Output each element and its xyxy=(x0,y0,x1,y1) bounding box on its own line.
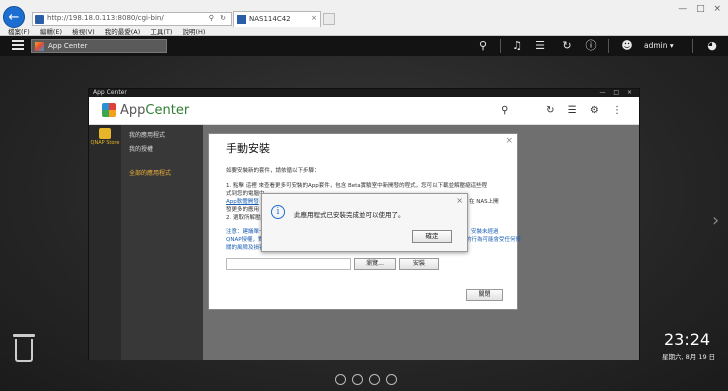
brand-app: App xyxy=(120,103,146,118)
sidebar-item-my-licenses[interactable]: 我的授權 xyxy=(121,139,203,153)
volume-icon[interactable]: ♫ xyxy=(510,39,524,53)
step1-line4: 發更多的應用 xyxy=(226,207,260,213)
search-icon[interactable]: ⚲ xyxy=(476,39,490,53)
menu-tools[interactable]: 工具(T) xyxy=(150,28,172,36)
ok-button[interactable]: 確定 xyxy=(412,230,452,243)
app-center-icon xyxy=(35,42,44,51)
app-dev-link[interactable]: App軟體開發 xyxy=(226,197,259,205)
dock-icon[interactable] xyxy=(369,374,380,385)
note-line2-tail: 的行為可能會受任何修 xyxy=(466,237,522,243)
qnap-store-icon[interactable] xyxy=(99,128,111,139)
menu-edit[interactable]: 編輯(E) xyxy=(40,28,62,36)
step1-line1: 1. 點擊 這裡 來查看更多可安裝的App套件，包含 Beta實驗室中新開發的程… xyxy=(226,183,488,189)
address-url: http://198.18.0.113:8080/cgi-bin/ xyxy=(47,14,164,22)
intro-text: 如要安裝新的套件，請依循以下步驟： xyxy=(226,168,320,174)
browser-tab[interactable]: NAS114C42 × xyxy=(233,11,321,27)
menu-help[interactable]: 說明(H) xyxy=(183,28,206,36)
user-menu[interactable]: admin ▾ xyxy=(644,41,674,50)
divider xyxy=(608,39,609,53)
site-favicon-icon xyxy=(35,15,44,24)
divider xyxy=(500,39,501,53)
sidebar-item-my-apps[interactable]: 我的應用程式 xyxy=(121,125,203,139)
tab-title: NAS114C42 xyxy=(249,15,291,23)
step2-text: 2. 選取所解壓縮 xyxy=(226,215,266,221)
note-line1-tail: 安裝未經過 xyxy=(471,229,499,235)
window-titlebar[interactable]: App Center — □ × xyxy=(89,89,639,97)
qts-taskbar: App Center ⚲ ♫ ☰ ↻ ⓘ ☻ admin ▾ ◕ xyxy=(0,36,728,56)
sidebar-item-all-apps[interactable]: 全部的應用程式 xyxy=(121,163,203,177)
note-line3: 關的風險及損害 xyxy=(226,245,265,251)
menu-favorites[interactable]: 我的最愛(A) xyxy=(105,28,141,36)
file-path-input[interactable] xyxy=(226,258,351,270)
close-button[interactable]: 關閉 xyxy=(466,289,503,301)
dock-icon[interactable] xyxy=(335,374,346,385)
menu-view[interactable]: 檢視(V) xyxy=(72,28,95,36)
tab-close-icon[interactable]: × xyxy=(311,14,317,22)
close-icon[interactable]: × xyxy=(456,196,463,205)
user-avatar-icon[interactable]: ☻ xyxy=(620,39,634,53)
dock-icon[interactable] xyxy=(352,374,363,385)
desktop-clock: 23:24 xyxy=(664,330,711,349)
brand-center: Center xyxy=(145,103,190,118)
step1-tail: 在 NAS上開 xyxy=(469,199,499,205)
tab-favicon-icon xyxy=(237,15,246,24)
close-icon[interactable]: × xyxy=(505,136,513,146)
desktop-date: 星期六, 8月 19 日 xyxy=(662,353,716,361)
app-left-nav: QNAP Store xyxy=(89,125,121,360)
app-header: AppCenter ⚲ ↻ ☰ ⚙ ⋮ xyxy=(89,97,639,125)
browser-menubar: 檔案(F) 編輯(E) 檢視(V) 我的最愛(A) 工具(T) 說明(H) xyxy=(0,26,728,36)
address-tools-icon[interactable]: ⚲ ↻ xyxy=(209,14,228,22)
back-button[interactable]: ← xyxy=(3,6,25,28)
user-name: admin xyxy=(644,41,668,50)
note-line1: 注意：建議單一 xyxy=(226,229,265,235)
dialog-title: 手動安裝 xyxy=(226,142,270,155)
window-controls[interactable]: — □ × xyxy=(678,4,724,14)
sync-icon[interactable]: ↻ xyxy=(560,39,574,53)
install-button[interactable]: 安裝 xyxy=(399,258,439,270)
task-tab-app-center[interactable]: App Center xyxy=(31,39,167,53)
info-icon: i xyxy=(271,205,285,219)
app-center-logo xyxy=(102,103,116,117)
app-side-list: 我的應用程式 我的授權 全部的應用程式 xyxy=(121,125,203,360)
task-tab-label: App Center xyxy=(48,42,88,50)
app-header-icons[interactable]: ⚲ ↻ ☰ ⚙ ⋮ xyxy=(501,105,627,116)
background-tasks-icon[interactable]: ☰ xyxy=(533,39,547,53)
window-controls[interactable]: — □ × xyxy=(599,89,635,97)
main-menu-icon[interactable] xyxy=(12,40,24,50)
note-line2: QNAP授權，對 xyxy=(226,237,264,243)
app-brand: AppCenter xyxy=(120,103,189,118)
divider xyxy=(692,39,693,53)
new-tab-button[interactable] xyxy=(323,13,335,25)
success-alert: × i 此應用程式已安裝完成並可以使用了。 確定 xyxy=(261,193,468,252)
browser-chrome: ← http://198.18.0.113:8080/cgi-bin/ ⚲ ↻ … xyxy=(0,0,728,36)
address-bar[interactable]: http://198.18.0.113:8080/cgi-bin/ ⚲ ↻ xyxy=(32,12,232,26)
qnap-store-label[interactable]: QNAP Store xyxy=(89,140,121,146)
chevron-right-icon[interactable]: › xyxy=(712,210,719,231)
browse-button[interactable]: 瀏覽... xyxy=(354,258,396,270)
window-title: App Center xyxy=(93,89,127,96)
trash-icon[interactable] xyxy=(13,334,35,362)
menu-file[interactable]: 檔案(F) xyxy=(8,28,30,36)
alert-message: 此應用程式已安裝完成並可以使用了。 xyxy=(294,211,405,219)
bottom-dock xyxy=(335,374,403,388)
info-icon[interactable]: ⓘ xyxy=(584,39,598,53)
dock-icon[interactable] xyxy=(386,374,397,385)
dashboard-icon[interactable]: ◕ xyxy=(705,39,719,53)
